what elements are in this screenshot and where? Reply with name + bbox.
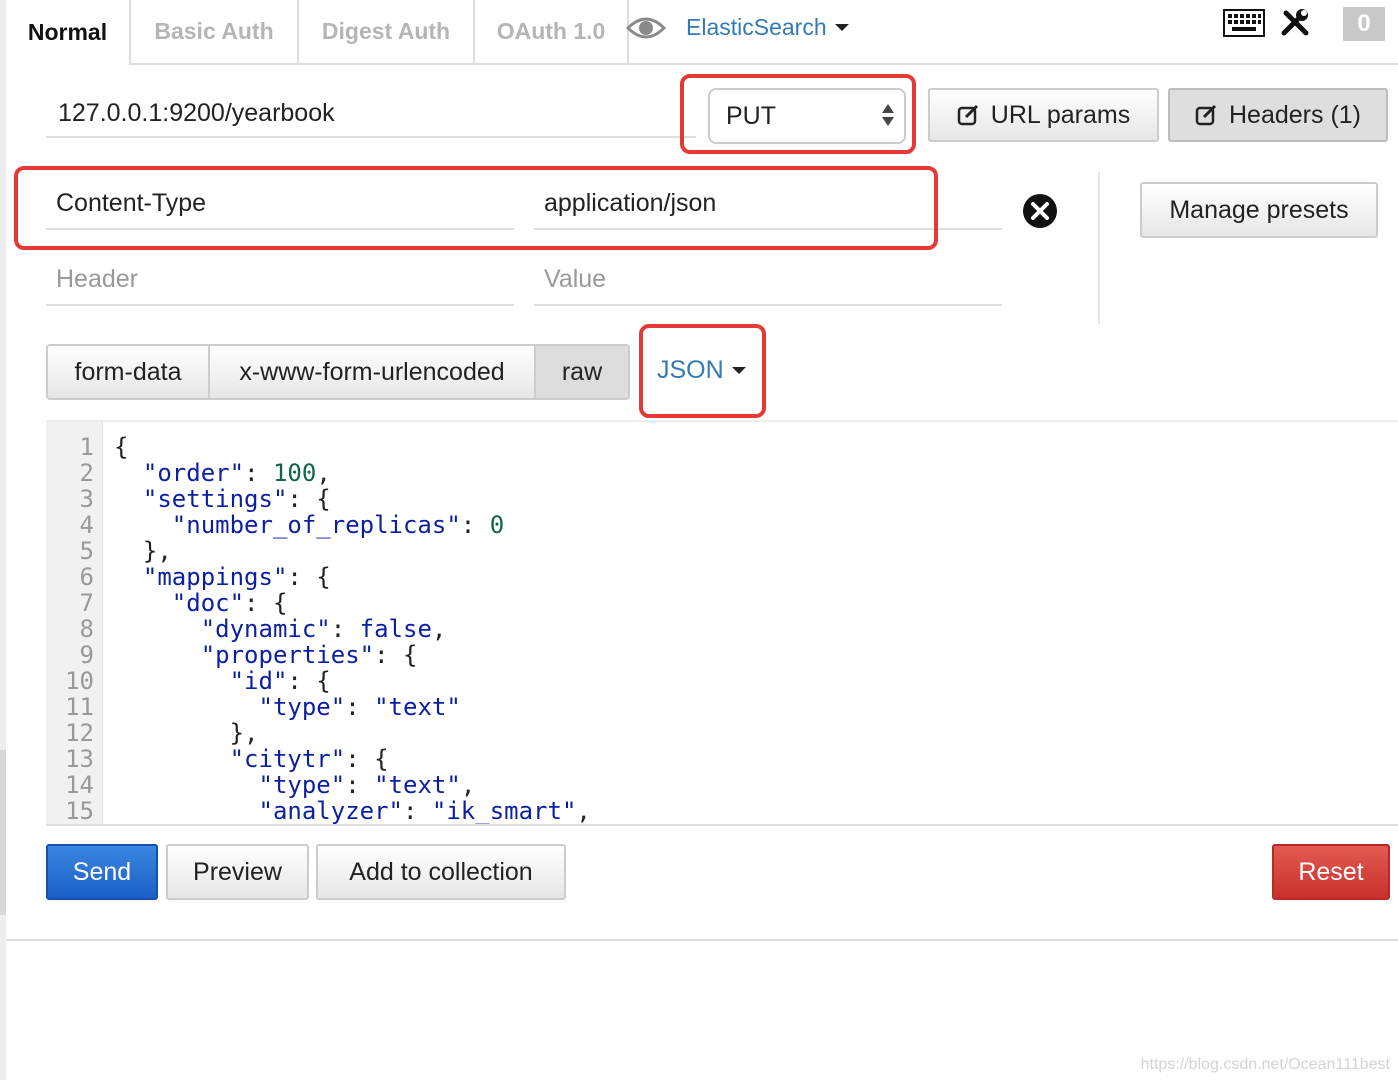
code-text: "type": "text", <box>258 771 476 799</box>
watermark: https://blog.csdn.net/Ocean111best <box>1140 1056 1390 1073</box>
code-text: "doc": { <box>171 589 288 617</box>
select-arrows-icon <box>882 104 896 126</box>
chevron-down-icon <box>834 24 849 31</box>
environment-label: ElasticSearch <box>686 14 827 40</box>
reset-button[interactable]: Reset <box>1272 844 1390 900</box>
line-number: 2 <box>79 459 94 487</box>
url-params-label: URL params <box>990 100 1131 129</box>
code-line: 4 "number_of_replicas": 0 <box>46 511 505 539</box>
headers-label: Headers (1) <box>1229 100 1361 129</box>
code-text: "type": "text" <box>258 693 461 721</box>
keyboard-icon[interactable] <box>1223 9 1265 42</box>
left-edge-shade <box>0 750 6 915</box>
code-line: 1{ <box>46 433 129 461</box>
code-line: 11 "type": "text" <box>46 694 461 720</box>
code-text: "dynamic": false, <box>200 615 447 643</box>
code-text: }, <box>114 537 172 565</box>
code-editor[interactable]: 1{2 "order": 100, 3 "settings": {4 "numbe… <box>46 420 1398 826</box>
code-line: 13 "citytr": { <box>46 745 389 773</box>
code-line: 7 "doc": { <box>46 589 288 617</box>
code-line: 14 "type": "text", <box>46 772 475 798</box>
left-edge <box>0 0 6 1080</box>
line-number: 1 <box>79 433 94 461</box>
line-number: 9 <box>79 641 94 669</box>
send-button[interactable]: Send <box>46 844 158 900</box>
code-text: "id": { <box>229 667 331 695</box>
line-number: 12 <box>65 719 94 747</box>
body-type-urlencoded[interactable]: x-www-form-urlencoded <box>210 346 536 398</box>
vertical-divider <box>1098 172 1100 324</box>
body-type-raw[interactable]: raw <box>536 346 628 398</box>
preview-button[interactable]: Preview <box>166 844 309 900</box>
line-number: 15 <box>65 797 94 825</box>
code-line: 12 }, <box>46 719 259 747</box>
code-text: "settings": { <box>142 485 331 513</box>
body-format-dropdown[interactable]: JSON <box>657 356 746 385</box>
environment-dropdown[interactable]: ElasticSearch <box>686 14 849 41</box>
code-text: "analyzer": "ik_smart", <box>258 797 591 825</box>
add-to-collection-button[interactable]: Add to collection <box>316 844 566 900</box>
code-line: 8 "dynamic": false, <box>46 615 447 643</box>
tab-basic-auth[interactable]: Basic Auth <box>131 0 299 63</box>
code-line: 6 "mappings": { <box>46 564 331 590</box>
body-format-label: JSON <box>657 356 724 384</box>
code-line: 9 "properties": { <box>46 641 418 669</box>
tab-oauth[interactable]: OAuth 1.0 <box>475 0 629 63</box>
body-type-form-data[interactable]: form-data <box>48 346 210 398</box>
code-text: "order": 100, <box>142 459 331 487</box>
count-badge[interactable]: 0 <box>1343 7 1385 41</box>
code-text: "mappings": { <box>142 563 331 591</box>
method-select[interactable]: PUT <box>708 88 906 144</box>
header-value-input[interactable] <box>534 178 1002 230</box>
code-text: }, <box>114 719 259 747</box>
chevron-down-icon <box>731 367 746 374</box>
section-divider <box>6 939 1398 941</box>
tab-normal[interactable]: Normal <box>6 0 131 65</box>
line-number: 5 <box>79 537 94 565</box>
method-value: PUT <box>726 101 776 130</box>
code-line: 15 "analyzer": "ik_smart", <box>46 798 591 824</box>
line-number: 11 <box>65 693 94 721</box>
line-number: 4 <box>79 511 94 539</box>
line-number: 3 <box>79 485 94 513</box>
code-line: 5 }, <box>46 538 172 564</box>
code-line: 10 "id": { <box>46 668 331 694</box>
line-number: 10 <box>65 667 94 695</box>
edit-icon <box>1195 104 1217 126</box>
code-text: "properties": { <box>200 641 418 669</box>
line-number: 8 <box>79 615 94 643</box>
edit-icon <box>957 104 978 126</box>
code-text: "number_of_replicas": 0 <box>171 511 505 539</box>
tools-icon[interactable] <box>1280 7 1312 44</box>
manage-presets-button[interactable]: Manage presets <box>1140 182 1378 238</box>
line-number: 7 <box>79 589 94 617</box>
eye-icon[interactable] <box>625 14 667 47</box>
header-name-input[interactable] <box>46 178 514 230</box>
code-line: 2 "order": 100, <box>46 460 331 486</box>
line-number: 14 <box>65 771 94 799</box>
url-params-button[interactable]: URL params <box>928 88 1159 142</box>
code-text: { <box>114 433 129 461</box>
url-input[interactable] <box>46 90 696 138</box>
body-type-selector: form-data x-www-form-urlencoded raw <box>46 344 630 400</box>
line-number: 6 <box>79 563 94 591</box>
new-header-value-input[interactable] <box>534 254 1002 306</box>
tab-digest-auth[interactable]: Digest Auth <box>299 0 475 63</box>
headers-button[interactable]: Headers (1) <box>1168 88 1388 142</box>
remove-header-icon[interactable] <box>1021 192 1059 235</box>
new-header-name-input[interactable] <box>46 254 514 306</box>
line-number: 13 <box>65 745 94 773</box>
code-line: 3 "settings": { <box>46 486 331 512</box>
code-text: "citytr": { <box>229 745 389 773</box>
